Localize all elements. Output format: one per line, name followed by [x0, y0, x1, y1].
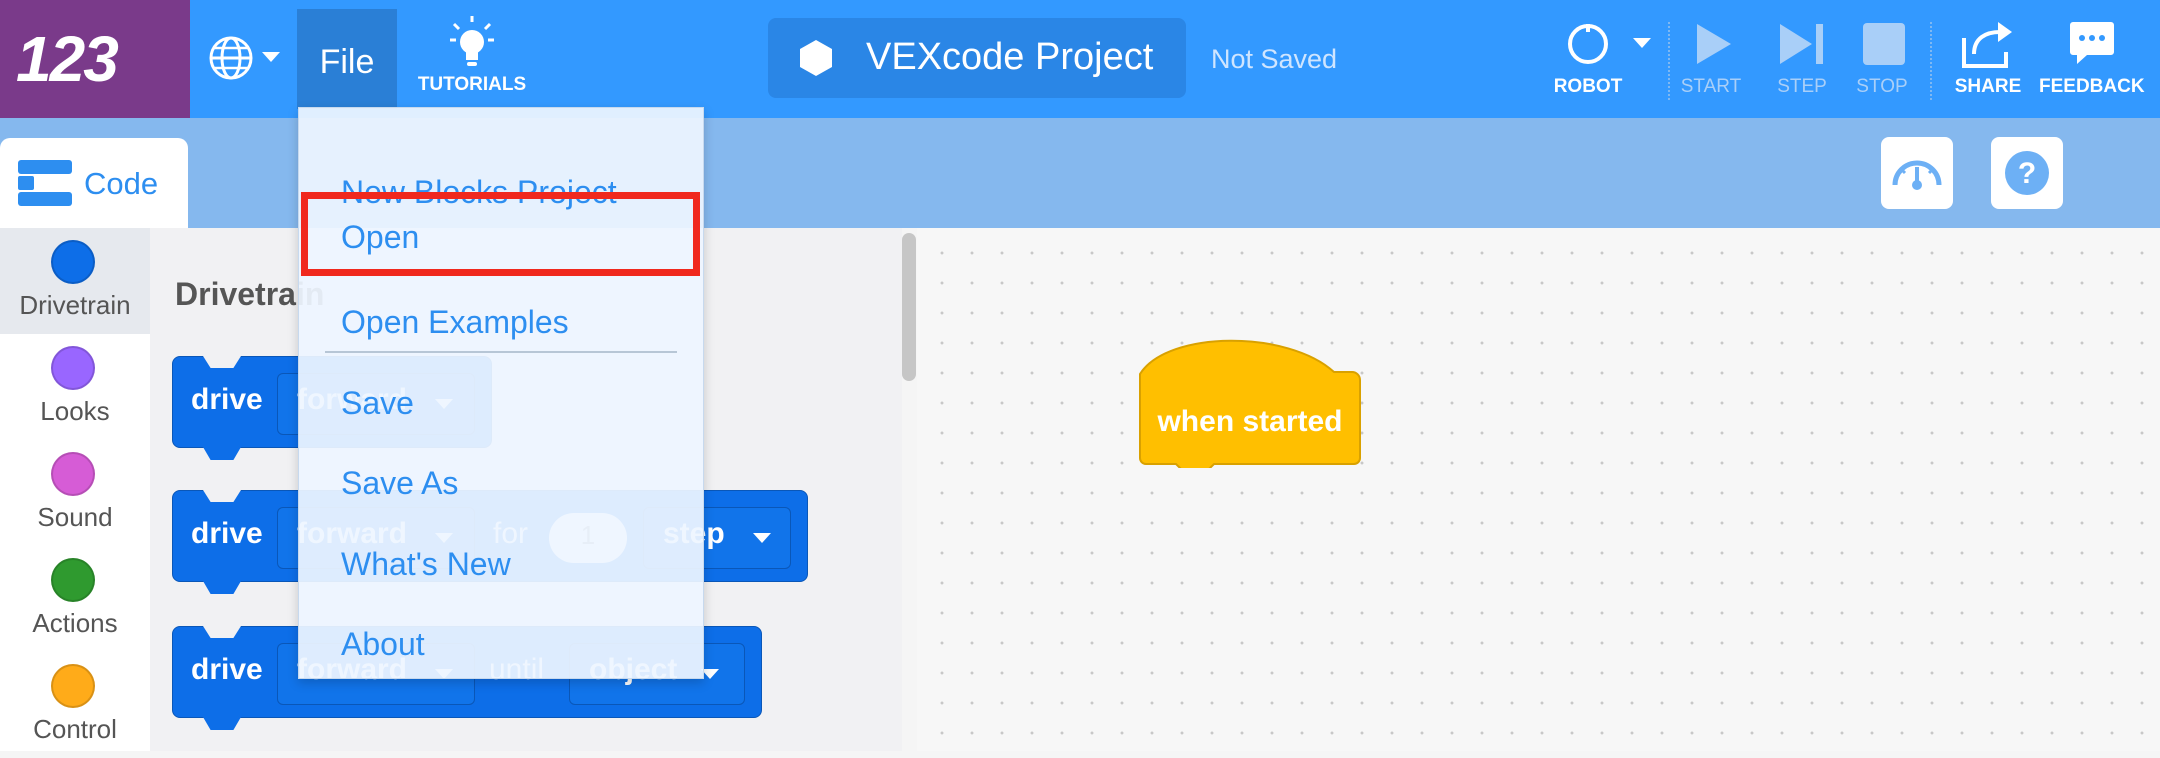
category-dot-icon	[51, 664, 95, 708]
hexagon-icon	[800, 40, 832, 76]
code-blocks-icon	[18, 160, 72, 206]
save-status: Not Saved	[1211, 44, 1338, 74]
robot-circle-icon	[1568, 24, 1608, 64]
category-dot-icon	[51, 558, 95, 602]
share-icon	[1962, 22, 2012, 68]
category-label: Control	[33, 714, 117, 744]
category-label: Drivetrain	[19, 290, 131, 320]
block-notch	[203, 490, 241, 502]
globe-icon[interactable]	[207, 34, 255, 82]
menu-item-label: Save As	[341, 465, 459, 501]
menu-item-about[interactable]: About	[299, 606, 703, 676]
block-keyword: drive	[191, 517, 263, 550]
hat-block-label: when started	[1157, 405, 1343, 438]
category-label: Sound	[37, 502, 113, 532]
flyout-scrollbar[interactable]	[902, 233, 916, 381]
block-keyword: drive	[191, 653, 263, 686]
tutorials-label: TUTORIALS	[417, 74, 527, 95]
question-icon: ?	[2005, 151, 2049, 195]
category-label: Actions	[32, 608, 118, 638]
category-sound[interactable]: Sound	[0, 440, 150, 546]
block-keyword: drive	[191, 383, 263, 416]
file-menu-button[interactable]: File	[297, 9, 397, 109]
menu-item-open[interactable]: Open	[301, 192, 700, 276]
svg-text:?: ?	[2018, 157, 2036, 190]
speedometer-icon	[1892, 160, 1942, 190]
dashboard-button[interactable]	[1881, 137, 1953, 209]
help-button[interactable]: ?	[1991, 137, 2063, 209]
category-dot-icon	[51, 240, 95, 284]
menu-item-label: Open Examples	[341, 304, 569, 340]
code-tab[interactable]: Code	[0, 138, 188, 228]
share-label: SHARE	[1954, 76, 2022, 97]
block-notch	[203, 626, 241, 638]
category-sidebar: Drivetrain Looks Sound Actions Control	[0, 228, 150, 751]
top-bar: 123 File TUTORIALS VEXcode Project Not S…	[0, 0, 2160, 118]
category-control[interactable]: Control	[0, 652, 150, 758]
file-menu-label: File	[319, 43, 375, 81]
robot-label: ROBOT	[1553, 76, 1623, 97]
menu-item-save-as[interactable]: Save As	[299, 445, 703, 515]
category-label: Looks	[40, 396, 110, 426]
category-actions[interactable]: Actions	[0, 546, 150, 652]
language-dropdown-caret-icon[interactable]	[262, 52, 280, 62]
project-name-box[interactable]: VEXcode Project	[768, 18, 1186, 98]
start-button[interactable]: START	[1661, 14, 1761, 108]
play-icon	[1697, 24, 1731, 64]
share-button[interactable]: SHARE	[1938, 14, 2038, 108]
stop-label: STOP	[1856, 76, 1908, 97]
logo-text: 123	[16, 23, 119, 95]
menu-item-label: Open	[341, 219, 420, 255]
block-notch	[203, 356, 241, 368]
step-icon	[1780, 24, 1823, 64]
menu-item-label: About	[341, 626, 425, 662]
feedback-label: FEEDBACK	[2039, 76, 2145, 97]
menu-item-label: Save	[341, 385, 414, 421]
menu-item-open-examples[interactable]: Open Examples	[299, 284, 703, 354]
code-workspace[interactable]	[917, 228, 2160, 751]
lightbulb-icon	[450, 16, 494, 66]
category-looks[interactable]: Looks	[0, 334, 150, 440]
tutorials-button[interactable]: TUTORIALS	[412, 14, 532, 104]
feedback-speech-bubble-icon	[2070, 22, 2114, 64]
menu-item-label: What's New	[341, 546, 511, 582]
file-dropdown-menu: New Blocks Project Open Open Examples Sa…	[298, 107, 704, 679]
stop-icon	[1863, 23, 1905, 65]
code-tab-label: Code	[84, 166, 159, 201]
menu-divider	[325, 351, 677, 353]
stop-button[interactable]: STOP	[1832, 14, 1932, 108]
vexcode-123-logo[interactable]: 123	[0, 0, 190, 118]
when-started-hat-block[interactable]	[1138, 338, 1362, 468]
feedback-button[interactable]: FEEDBACK	[2039, 14, 2145, 108]
category-dot-icon	[51, 452, 95, 496]
project-title: VEXcode Project	[866, 36, 1154, 78]
category-dot-icon	[51, 346, 95, 390]
category-drivetrain[interactable]: Drivetrain	[0, 228, 150, 334]
menu-item-save[interactable]: Save	[299, 365, 703, 435]
start-label: START	[1680, 76, 1742, 97]
menu-item-whats-new[interactable]: What's New	[299, 526, 703, 596]
dropdown-caret-icon	[753, 533, 771, 543]
robot-dropdown-caret-icon[interactable]	[1633, 38, 1651, 48]
toolbar-separator	[1930, 22, 1932, 100]
robot-button[interactable]: ROBOT	[1538, 14, 1638, 108]
